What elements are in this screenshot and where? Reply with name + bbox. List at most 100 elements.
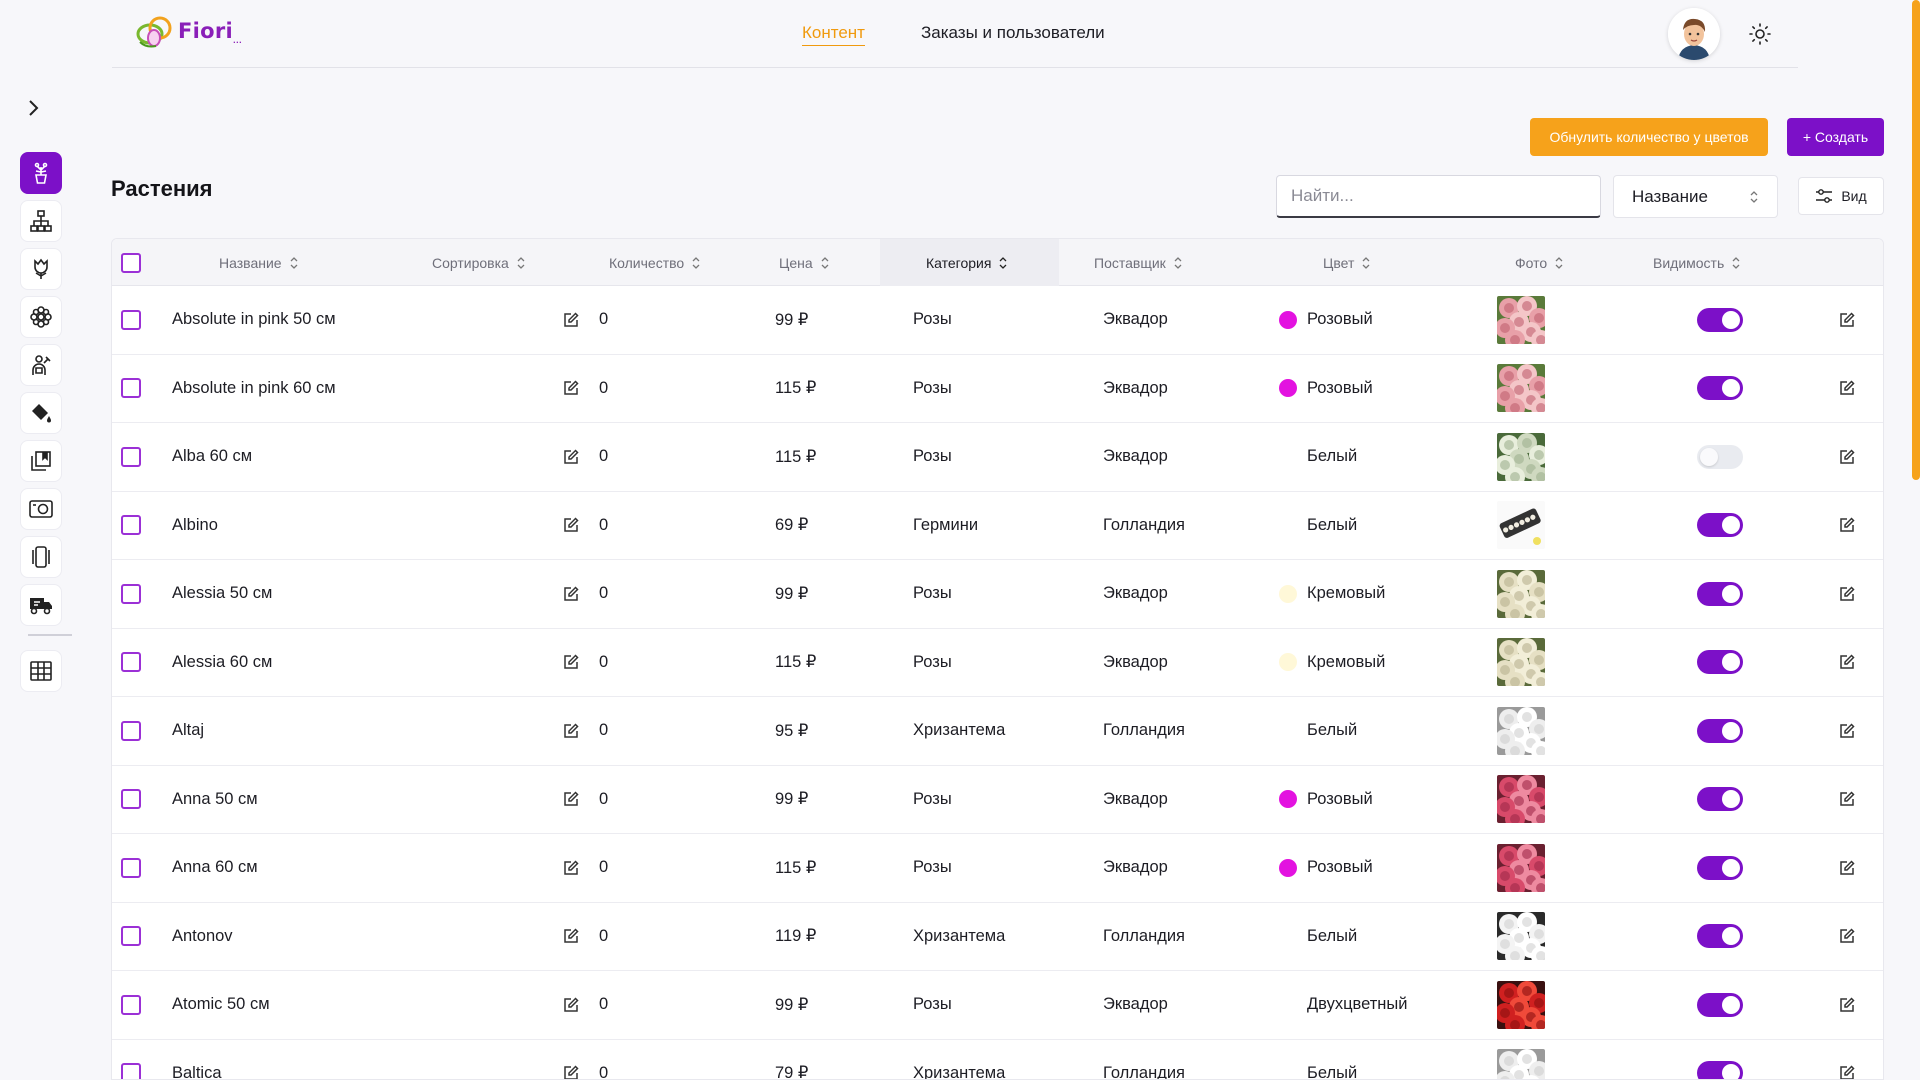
row-checkbox[interactable] bbox=[121, 583, 141, 604]
photo-thumbnail[interactable] bbox=[1497, 560, 1545, 628]
edit-sort-button[interactable] bbox=[562, 697, 580, 765]
edit-sort-button[interactable] bbox=[562, 1040, 580, 1079]
rail-tables[interactable] bbox=[20, 650, 62, 692]
visibility-toggle[interactable] bbox=[1697, 718, 1743, 743]
edit-row-button[interactable] bbox=[1838, 560, 1856, 628]
edit-sort-button[interactable] bbox=[562, 629, 580, 697]
th-name[interactable]: Название bbox=[219, 239, 300, 286]
row-checkbox[interactable] bbox=[121, 1063, 141, 1079]
nav-orders-users[interactable]: Заказы и пользователи bbox=[921, 23, 1105, 46]
th-category[interactable]: Категория bbox=[880, 239, 1059, 286]
brand-logo[interactable]: Fiori... bbox=[132, 12, 242, 52]
photo-thumbnail[interactable] bbox=[1497, 766, 1545, 834]
visibility-toggle[interactable] bbox=[1697, 650, 1743, 675]
row-checkbox[interactable] bbox=[121, 515, 141, 536]
table-row[interactable]: Absolute in pink 50 см 0 99 ₽ Розы Эквадор Ро… bbox=[112, 286, 1883, 355]
table-row[interactable]: Absolute in pink 60 см 0 115 ₽ Розы Эквадор Р… bbox=[112, 355, 1883, 423]
table-row[interactable]: Albino 0 69 ₽ Гермини Голландия Белый bbox=[112, 492, 1883, 560]
table-row[interactable]: Alba 60 см 0 115 ₽ Розы Эквадор Белый bbox=[112, 423, 1883, 492]
visibility-toggle[interactable] bbox=[1697, 855, 1743, 880]
edit-row-button[interactable] bbox=[1838, 423, 1856, 491]
th-photo[interactable]: Фото bbox=[1515, 239, 1565, 286]
row-checkbox[interactable] bbox=[121, 378, 141, 399]
photo-thumbnail[interactable] bbox=[1497, 903, 1545, 971]
photo-thumbnail[interactable] bbox=[1497, 1040, 1545, 1079]
photo-thumbnail[interactable] bbox=[1497, 834, 1545, 902]
edit-sort-button[interactable] bbox=[562, 834, 580, 902]
row-checkbox[interactable] bbox=[121, 926, 141, 947]
th-color[interactable]: Цвет bbox=[1323, 239, 1372, 286]
edit-row-button[interactable] bbox=[1838, 1040, 1856, 1079]
avatar[interactable] bbox=[1668, 8, 1720, 60]
rail-paint[interactable] bbox=[20, 392, 62, 434]
photo-thumbnail[interactable] bbox=[1497, 629, 1545, 697]
row-checkbox[interactable] bbox=[121, 857, 141, 878]
rail-compositions[interactable] bbox=[20, 296, 62, 338]
visibility-toggle[interactable] bbox=[1697, 787, 1743, 812]
edit-row-button[interactable] bbox=[1838, 903, 1856, 971]
select-all-checkbox[interactable] bbox=[121, 252, 141, 273]
rail-delivery[interactable] bbox=[20, 584, 62, 626]
table-row[interactable]: Alessia 60 см 0 115 ₽ Розы Эквадор Кремовый bbox=[112, 629, 1883, 697]
row-checkbox[interactable] bbox=[121, 720, 141, 741]
photo-thumbnail[interactable] bbox=[1497, 492, 1545, 560]
edit-sort-button[interactable] bbox=[562, 971, 580, 1039]
table-row[interactable]: Antonov 0 119 ₽ Хризантема Голландия Белый bbox=[112, 903, 1883, 971]
view-button[interactable]: Вид bbox=[1798, 177, 1884, 215]
create-button[interactable]: + Создать bbox=[1787, 118, 1884, 156]
edit-row-button[interactable] bbox=[1838, 834, 1856, 902]
edit-sort-button[interactable] bbox=[562, 423, 580, 491]
table-row[interactable]: Alessia 50 см 0 99 ₽ Розы Эквадор Кремовый bbox=[112, 560, 1883, 629]
th-supplier[interactable]: Поставщик bbox=[1094, 239, 1184, 286]
edit-row-button[interactable] bbox=[1838, 766, 1856, 834]
theme-toggle[interactable] bbox=[1744, 18, 1776, 50]
edit-sort-button[interactable] bbox=[562, 560, 580, 628]
visibility-toggle[interactable] bbox=[1697, 513, 1743, 538]
edit-sort-button[interactable] bbox=[562, 492, 580, 560]
th-sort[interactable]: Сортировка bbox=[432, 239, 527, 286]
table-row[interactable]: Altaj 0 95 ₽ Хризантема Голландия Белый bbox=[112, 697, 1883, 766]
photo-thumbnail[interactable] bbox=[1497, 286, 1545, 354]
edit-sort-button[interactable] bbox=[562, 903, 580, 971]
edit-row-button[interactable] bbox=[1838, 492, 1856, 560]
rail-expand-button[interactable] bbox=[20, 95, 46, 121]
photo-thumbnail[interactable] bbox=[1497, 697, 1545, 765]
row-checkbox[interactable] bbox=[121, 994, 141, 1015]
sort-select[interactable]: Название bbox=[1613, 175, 1778, 218]
visibility-toggle[interactable] bbox=[1697, 376, 1743, 401]
reset-quantity-button[interactable]: Обнулить количество у цветов bbox=[1530, 118, 1768, 156]
visibility-toggle[interactable] bbox=[1697, 924, 1743, 949]
edit-row-button[interactable] bbox=[1838, 697, 1856, 765]
photo-thumbnail[interactable] bbox=[1497, 355, 1545, 423]
visibility-toggle[interactable] bbox=[1697, 444, 1743, 469]
edit-sort-button[interactable] bbox=[562, 766, 580, 834]
table-row[interactable]: Anna 60 см 0 115 ₽ Розы Эквадор Розовый bbox=[112, 834, 1883, 903]
table-row[interactable]: Baltica 0 79 ₽ Хризантема Голландия Белый bbox=[112, 1040, 1883, 1079]
table-row[interactable]: Anna 50 см 0 99 ₽ Розы Эквадор Розовый bbox=[112, 766, 1883, 834]
edit-row-button[interactable] bbox=[1838, 629, 1856, 697]
rail-banners[interactable] bbox=[20, 488, 62, 530]
rail-slider[interactable] bbox=[20, 536, 62, 578]
rail-plants[interactable] bbox=[20, 152, 62, 194]
visibility-toggle[interactable] bbox=[1697, 992, 1743, 1017]
photo-thumbnail[interactable] bbox=[1497, 971, 1545, 1039]
rail-pages[interactable] bbox=[20, 440, 62, 482]
edit-row-button[interactable] bbox=[1838, 971, 1856, 1039]
page-scrollbar[interactable] bbox=[1912, 0, 1920, 480]
rail-florists[interactable] bbox=[20, 344, 62, 386]
row-checkbox[interactable] bbox=[121, 789, 141, 810]
edit-row-button[interactable] bbox=[1838, 355, 1856, 423]
nav-content[interactable]: Контент bbox=[802, 23, 865, 46]
th-qty[interactable]: Количество bbox=[609, 239, 702, 286]
table-row[interactable]: Atomic 50 см 0 99 ₽ Розы Эквадор Двухцветный bbox=[112, 971, 1883, 1040]
th-visibility[interactable]: Видимость bbox=[1653, 239, 1742, 286]
photo-thumbnail[interactable] bbox=[1497, 423, 1545, 491]
rail-flowers[interactable] bbox=[20, 248, 62, 290]
edit-row-button[interactable] bbox=[1838, 286, 1856, 354]
row-checkbox[interactable] bbox=[121, 652, 141, 673]
rail-structure[interactable] bbox=[20, 200, 62, 242]
visibility-toggle[interactable] bbox=[1697, 1061, 1743, 1079]
visibility-toggle[interactable] bbox=[1697, 307, 1743, 332]
search-input[interactable] bbox=[1276, 175, 1601, 218]
th-price[interactable]: Цена bbox=[779, 239, 831, 286]
